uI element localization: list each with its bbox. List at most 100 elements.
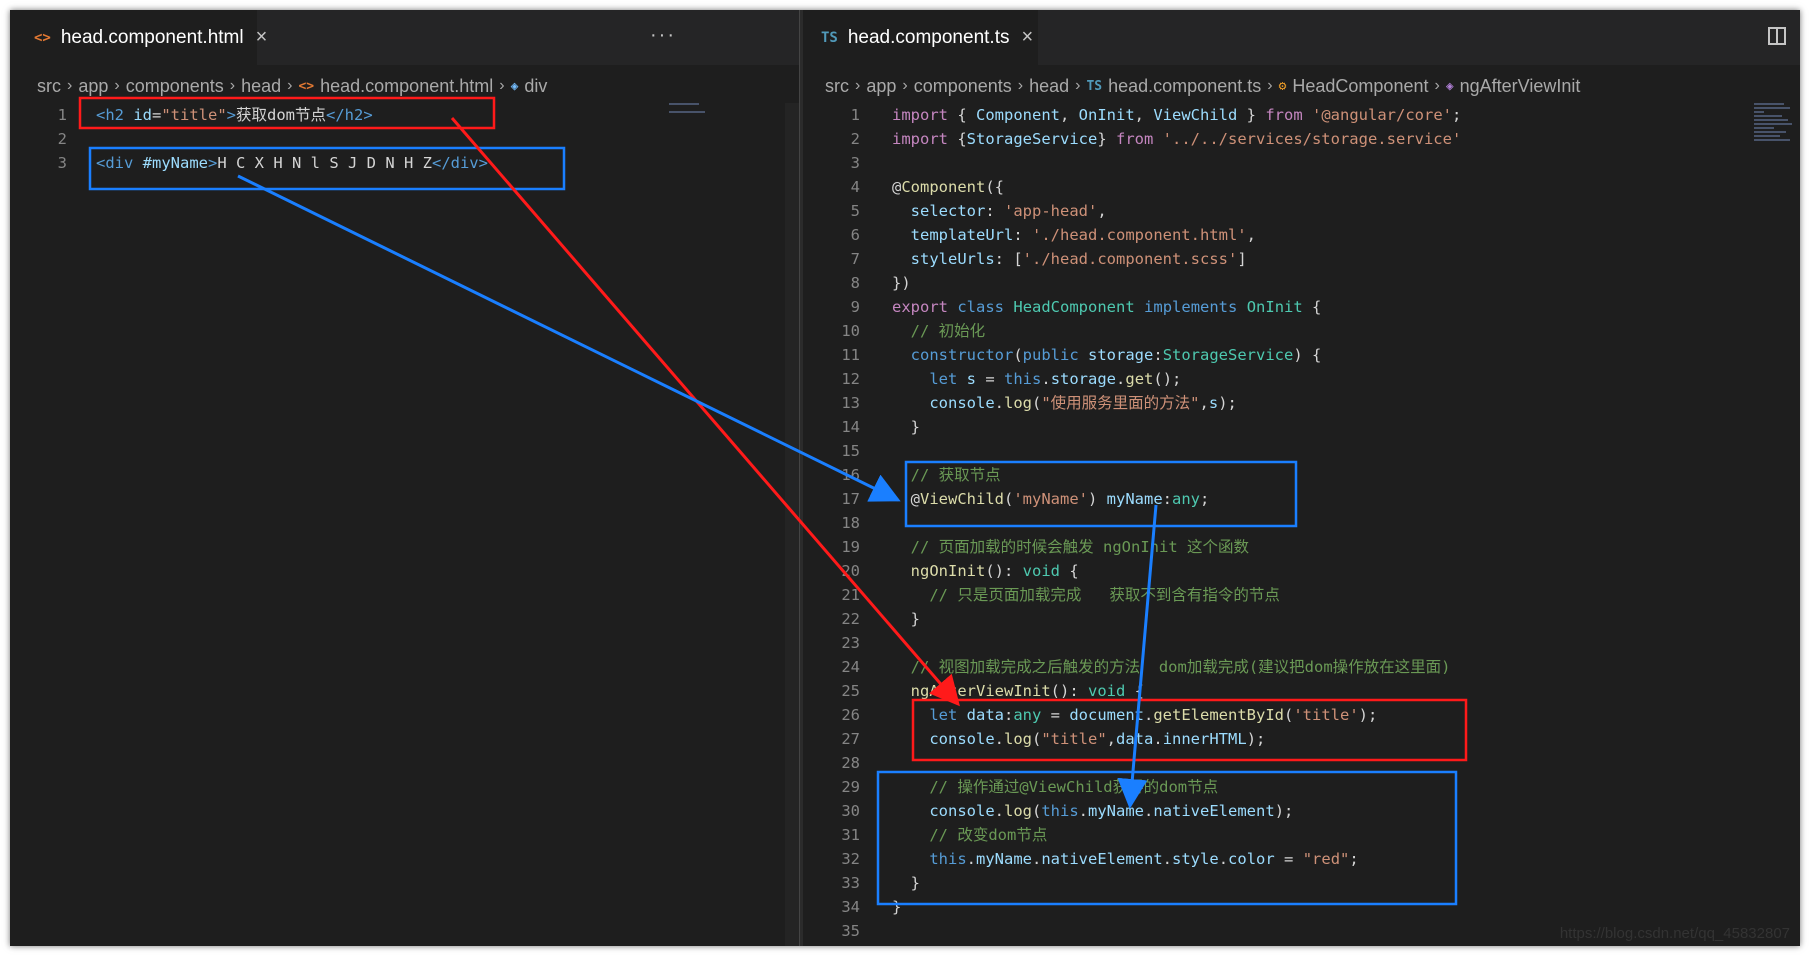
code-line[interactable]: 10 // 初始化 (803, 319, 1800, 343)
close-icon[interactable]: × (256, 26, 268, 49)
code-line[interactable]: 8}) (803, 271, 1800, 295)
code-line[interactable]: 9 export class HeadComponent implements O… (803, 295, 1800, 319)
breadcrumb-item[interactable]: src (37, 76, 61, 97)
line-number: 10 (841, 322, 860, 340)
code-text: let s = this.storage.get(); (929, 370, 1182, 388)
code-line[interactable]: 22 } (803, 607, 1800, 631)
code-line[interactable]: 31 // 改变dom节点 (803, 823, 1800, 847)
tab-head-component-html[interactable]: <> head.component.html × (10, 10, 267, 65)
code-line[interactable]: 32 this.myName.nativeElement.style.color… (803, 847, 1800, 871)
breadcrumb-item[interactable]: head (241, 76, 281, 97)
code-line[interactable]: 7 styleUrls: ['./head.component.scss'] (803, 247, 1800, 271)
html-file-icon: <> (34, 29, 51, 46)
breadcrumb-item[interactable]: div (524, 76, 547, 97)
code-line[interactable]: 1 import { Component, OnInit, ViewChild }… (803, 103, 1800, 127)
right-editor: TS head.component.ts × src › app › compo… (803, 10, 1800, 946)
breadcrumb-item[interactable]: src (825, 76, 849, 97)
code-line[interactable]: 23 (803, 631, 1800, 655)
code-line[interactable]: 33 } (803, 871, 1800, 895)
code-line[interactable]: 13 console.log("使用服务里面的方法",s); (803, 391, 1800, 415)
chevron-right-icon: › (287, 77, 293, 94)
code-text: ngOnInit(): void { (910, 562, 1079, 580)
line-number: 14 (841, 418, 860, 436)
breadcrumb-item[interactable]: head (1029, 76, 1069, 97)
method-cube-icon: ◈ (1445, 78, 1454, 94)
code-text: let data:any = document.getElementById('… (929, 706, 1378, 724)
code-text: } (892, 898, 902, 916)
code-line[interactable]: 25 ngAfterViewInit(): void { (803, 679, 1800, 703)
line-number: 26 (841, 706, 860, 724)
code-line[interactable]: 21 // 只是页面加载完成 获取不到含有指令的节点 (803, 583, 1800, 607)
breadcrumb-item[interactable]: app (78, 76, 108, 97)
code-text: import { Component, OnInit, ViewChild } … (892, 106, 1462, 124)
code-text: } (892, 610, 920, 628)
chevron-right-icon: › (1434, 77, 1440, 94)
code-line[interactable]: 16 // 获取节点 (803, 463, 1800, 487)
minimap[interactable] (1754, 103, 1796, 163)
code-line[interactable]: 2 import {StorageService} from '../../ser… (803, 127, 1800, 151)
chevron-right-icon: › (1267, 77, 1273, 94)
breadcrumb-item[interactable]: components (914, 76, 1012, 97)
code-text: ngAfterViewInit(): void { (910, 682, 1144, 700)
code-line[interactable]: 19 // 页面加载的时候会触发 ngOnInit 这个函数 (803, 535, 1800, 559)
breadcrumb: src › app › components › head › TS head.… (803, 73, 1800, 99)
chevron-right-icon: › (1075, 77, 1081, 94)
code-text: <div #myName>H C X H N l S J D N H Z</di… (96, 154, 488, 172)
scrollbar[interactable] (785, 103, 799, 946)
code-line[interactable]: 24 // 视图加载完成之后触发的方法 dom加载完成(建议把dom操作放在这里… (803, 655, 1800, 679)
breadcrumb-item[interactable]: HeadComponent (1292, 76, 1428, 97)
chevron-right-icon: › (1017, 77, 1024, 94)
code-line[interactable]: 20 ngOnInit(): void { (803, 559, 1800, 583)
breadcrumb-item[interactable]: app (866, 76, 896, 97)
code-text: <h2 id="title">获取dom节点</h2> (96, 106, 373, 124)
line-number: 24 (841, 658, 860, 676)
code-line[interactable]: 18 (803, 511, 1800, 535)
split-editor-icon[interactable] (1768, 27, 1786, 45)
close-icon[interactable]: × (1021, 26, 1033, 49)
breadcrumb: src › app › components › head › <> head.… (10, 73, 799, 99)
code-line[interactable]: 27 console.log("title",data.innerHTML); (803, 727, 1800, 751)
code-text: // 视图加载完成之后触发的方法 dom加载完成(建议把dom操作放在这里面) (910, 658, 1451, 676)
code-line[interactable]: 6 templateUrl: './head.component.html', (803, 223, 1800, 247)
breadcrumb-item[interactable]: head.component.ts (1108, 76, 1261, 97)
code-text: console.log("title",data.innerHTML); (929, 730, 1266, 748)
breadcrumb-item[interactable]: ngAfterViewInit (1460, 76, 1581, 97)
chevron-right-icon: › (114, 77, 120, 94)
code-text: export class HeadComponent implements On… (892, 298, 1322, 316)
line-number: 35 (841, 922, 860, 940)
code-line[interactable]: 14 } (803, 415, 1800, 439)
code-line[interactable]: 34} (803, 895, 1800, 919)
code-text: import {StorageService} from '../../serv… (892, 130, 1462, 148)
code-line[interactable]: 5 selector: 'app-head', (803, 199, 1800, 223)
code-line[interactable]: 3 (803, 151, 1800, 175)
code-line[interactable]: 12 let s = this.storage.get(); (803, 367, 1800, 391)
minimap[interactable] (669, 103, 709, 163)
line-number: 1 (850, 106, 860, 124)
line-number: 1 (57, 106, 67, 124)
typescript-file-icon: TS (821, 29, 838, 46)
code-line[interactable]: 15 (803, 439, 1800, 463)
breadcrumb-item[interactable]: components (126, 76, 224, 97)
code-line[interactable]: 28 (803, 751, 1800, 775)
code-text: constructor(public storage:StorageServic… (910, 346, 1322, 364)
tab-head-component-ts[interactable]: TS head.component.ts × (803, 10, 1038, 65)
more-actions-icon[interactable]: ··· (650, 24, 676, 47)
code-line[interactable]: 29 // 操作通过@ViewChild获得的dom节点 (803, 775, 1800, 799)
code-line[interactable]: 30 console.log(this.myName.nativeElement… (803, 799, 1800, 823)
line-number: 25 (841, 682, 860, 700)
line-number: 5 (850, 202, 860, 220)
chevron-right-icon: › (902, 77, 908, 94)
code-line[interactable]: 4 @Component({ (803, 175, 1800, 199)
code-text: @Component({ (892, 178, 1005, 196)
code-line[interactable]: 11 constructor(public storage:StorageSer… (803, 343, 1800, 367)
line-number: 31 (841, 826, 860, 844)
code-line[interactable]: 26 let data:any = document.getElementByI… (803, 703, 1800, 727)
breadcrumb-item[interactable]: head.component.html (320, 76, 493, 97)
code-line[interactable]: 17 @ViewChild('myName') myName:any; (803, 487, 1800, 511)
line-number: 18 (841, 514, 860, 532)
line-number: 29 (841, 778, 860, 796)
line-number: 9 (850, 298, 860, 316)
code-text: // 只是页面加载完成 获取不到含有指令的节点 (929, 586, 1280, 604)
line-number: 17 (841, 490, 860, 508)
left-editor: <> head.component.html × ··· src › app ›… (10, 10, 799, 946)
